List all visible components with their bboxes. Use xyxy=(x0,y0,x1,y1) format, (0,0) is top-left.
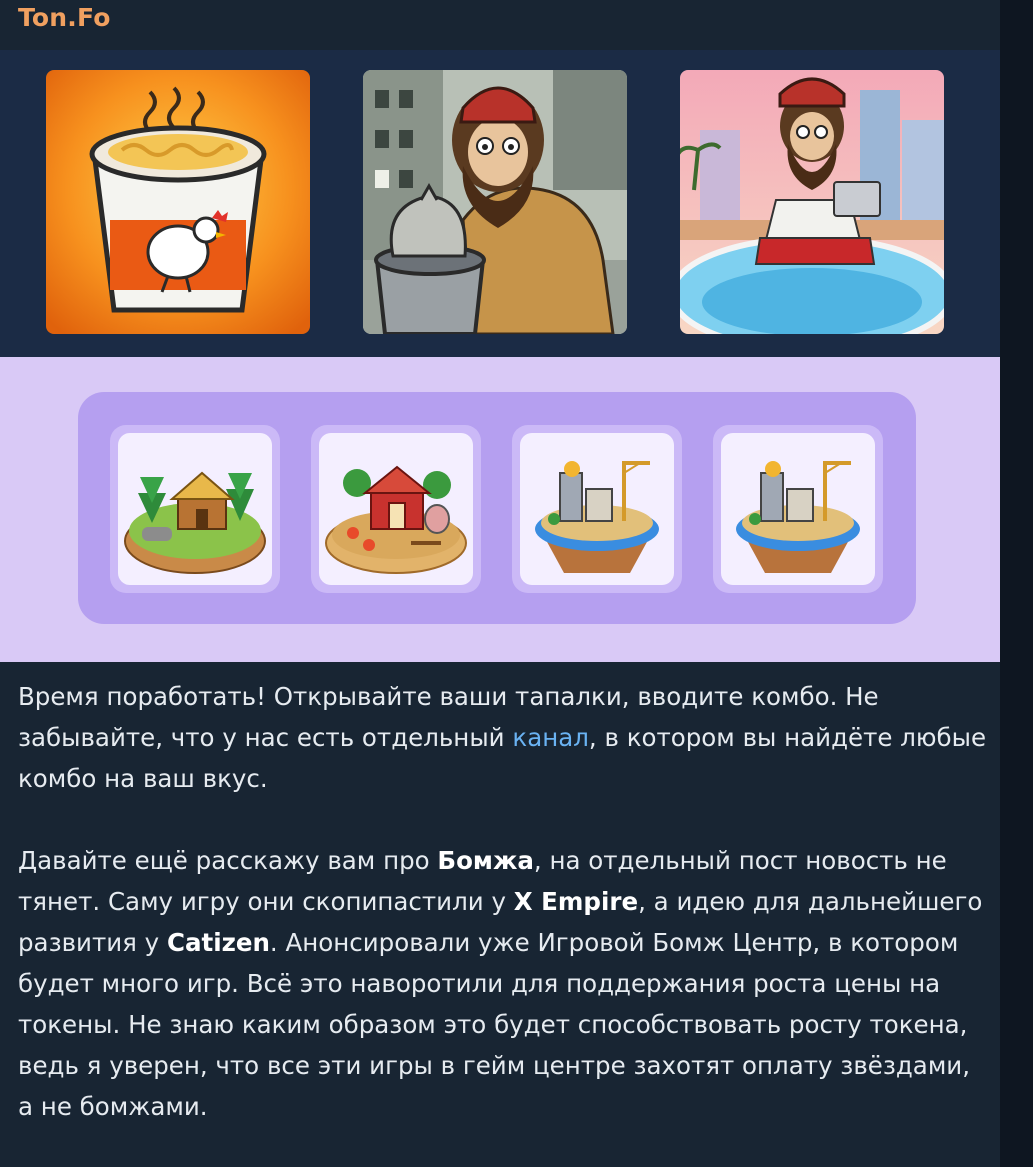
combo-card-cabin[interactable] xyxy=(110,425,280,593)
message-paragraph-1: Время поработать! Открывайте ваши тапалк… xyxy=(18,676,988,799)
message-text-span: Давайте ещё расскажу вам про xyxy=(18,846,438,875)
combo-card-farm[interactable] xyxy=(311,425,481,593)
chat-background-gutter xyxy=(1000,0,1033,1167)
message-text: Время поработать! Открывайте ваши тапалк… xyxy=(18,676,988,1127)
combo-card-city-island[interactable] xyxy=(713,425,883,593)
message-paragraph-2: Давайте ещё расскажу вам про Бомжа, на о… xyxy=(18,840,988,1127)
combo-tray xyxy=(78,392,916,624)
channel-name[interactable]: Ton.Fo xyxy=(18,3,111,32)
bold-x-empire: X Empire xyxy=(513,887,639,916)
message-bubble: Ton.Fo Время поработать! Открывайте ваши… xyxy=(0,0,1000,1167)
channel-link[interactable]: канал xyxy=(512,723,589,752)
combo-card-city-island[interactable] xyxy=(512,425,682,593)
homeless-trash-image[interactable] xyxy=(363,70,627,334)
image-strip xyxy=(0,50,1000,357)
combo-panel xyxy=(0,357,1000,662)
bold-bomzh: Бомжа xyxy=(437,846,534,875)
noodle-cup-image[interactable] xyxy=(46,70,310,334)
homeless-laptop-image[interactable] xyxy=(680,70,944,334)
bold-catizen: Catizen xyxy=(166,928,270,957)
